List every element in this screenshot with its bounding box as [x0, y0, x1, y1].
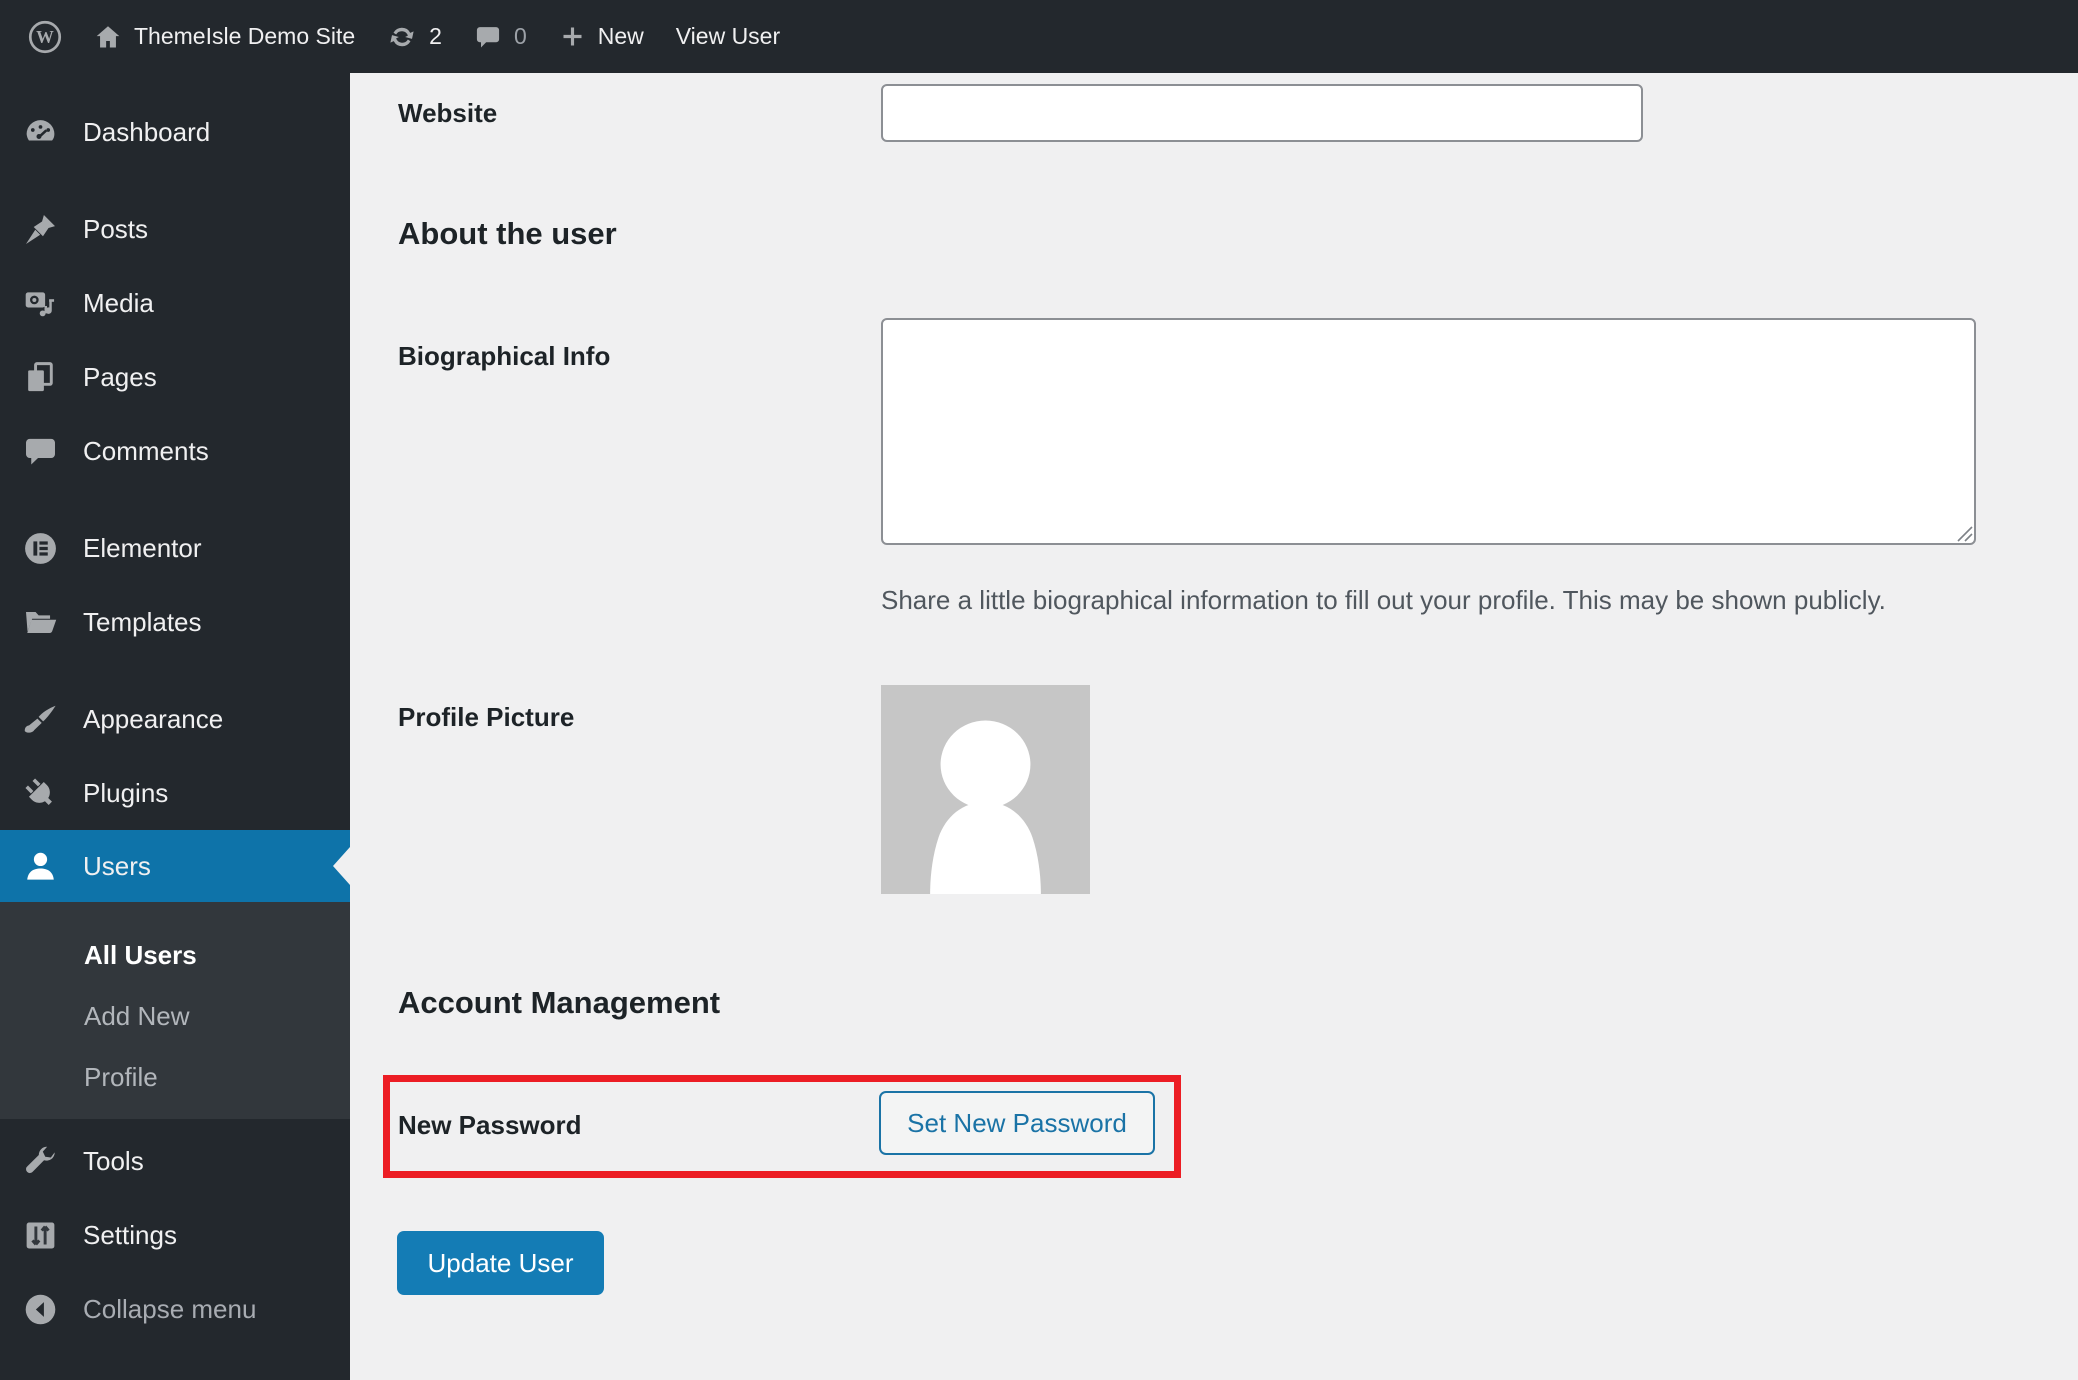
- avatar-placeholder-image: [881, 685, 1090, 894]
- sidebar-item-settings[interactable]: Settings: [0, 1198, 350, 1272]
- sidebar-item-label: Appearance: [83, 703, 224, 734]
- updates-icon: [387, 22, 417, 52]
- elementor-icon: [22, 530, 59, 567]
- sidebar-item-media[interactable]: Media: [0, 266, 350, 340]
- comment-icon: [22, 433, 59, 470]
- sidebar-item-label: Comments: [83, 435, 209, 466]
- sidebar-item-label: Posts: [83, 213, 149, 244]
- folder-icon: [22, 604, 59, 641]
- site-name-label: ThemeIsle Demo Site: [134, 23, 356, 49]
- wordpress-menu-button[interactable]: W: [12, 0, 78, 73]
- new-label: New: [597, 23, 644, 49]
- sidebar-item-label: Pages: [83, 361, 157, 392]
- admin-sidebar-menu: Dashboard Posts Media Pages Comments Ele…: [0, 73, 350, 1380]
- users-submenu: All Users Add New Profile: [0, 902, 350, 1119]
- media-icon: [22, 285, 59, 322]
- sidebar-item-elementor[interactable]: Elementor: [0, 511, 350, 585]
- submenu-label: Profile: [84, 1062, 158, 1092]
- sidebar-item-posts[interactable]: Posts: [0, 192, 350, 266]
- sidebar-item-plugins[interactable]: Plugins: [0, 756, 350, 830]
- sidebar-item-label: Media: [83, 287, 154, 318]
- sidebar-item-label: Tools: [83, 1145, 144, 1176]
- sliders-icon: [22, 1217, 59, 1254]
- new-password-label: New Password: [398, 1110, 582, 1140]
- profile-edit-content: Website About the user Biographical Info…: [350, 73, 2078, 1380]
- view-user-label: View User: [675, 23, 781, 49]
- view-user-link[interactable]: View User: [660, 0, 796, 73]
- sidebar-item-users[interactable]: Users: [0, 830, 350, 902]
- sidebar-item-label: Plugins: [83, 777, 169, 808]
- sidebar-item-templates[interactable]: Templates: [0, 585, 350, 659]
- home-icon: [94, 23, 122, 51]
- pages-icon: [22, 359, 59, 396]
- sidebar-item-comments[interactable]: Comments: [0, 414, 350, 488]
- sidebar-item-label: Elementor: [83, 532, 202, 563]
- update-user-button[interactable]: Update User: [397, 1231, 604, 1295]
- sidebar-item-pages[interactable]: Pages: [0, 340, 350, 414]
- sidebar-item-label: Templates: [83, 606, 202, 637]
- wrench-icon: [22, 1143, 59, 1180]
- pin-icon: [22, 211, 59, 248]
- account-management-heading: Account Management: [398, 985, 721, 1020]
- about-the-user-heading: About the user: [398, 216, 617, 251]
- comment-bubble-icon: [474, 23, 502, 51]
- paintbrush-icon: [22, 701, 59, 738]
- sidebar-item-label: Settings: [83, 1219, 177, 1250]
- website-label: Website: [398, 98, 498, 128]
- svg-text:W: W: [36, 27, 54, 47]
- dashboard-icon: [22, 114, 59, 151]
- admin-bar: W ThemeIsle Demo Site 2 0 New View User: [0, 0, 2078, 73]
- sidebar-item-dashboard[interactable]: Dashboard: [0, 95, 350, 169]
- submenu-item-all-users[interactable]: All Users: [0, 925, 350, 986]
- sidebar-item-label: Users: [83, 850, 151, 881]
- website-input[interactable]: [881, 84, 1643, 142]
- new-content-button[interactable]: New: [543, 0, 660, 73]
- plus-icon: [559, 23, 586, 50]
- submenu-label: All Users: [84, 940, 197, 970]
- submenu-label: Add New: [84, 1001, 190, 1031]
- plug-icon: [22, 775, 59, 812]
- submenu-item-add-new[interactable]: Add New: [0, 986, 350, 1047]
- site-name-link[interactable]: ThemeIsle Demo Site: [78, 0, 371, 73]
- user-icon: [22, 848, 59, 885]
- bio-description-text: Share a little biographical information …: [881, 585, 1886, 615]
- collapse-icon: [22, 1291, 59, 1328]
- sidebar-item-label: Collapse menu: [83, 1293, 257, 1324]
- wordpress-logo-icon: W: [28, 20, 62, 54]
- biographical-info-textarea[interactable]: [881, 318, 1976, 545]
- updates-button[interactable]: 2: [371, 0, 458, 73]
- comments-count: 0: [513, 23, 527, 49]
- sidebar-item-label: Dashboard: [83, 116, 211, 147]
- set-new-password-button[interactable]: Set New Password: [879, 1091, 1155, 1155]
- sidebar-item-collapse-menu[interactable]: Collapse menu: [0, 1272, 350, 1346]
- sidebar-item-tools[interactable]: Tools: [0, 1124, 350, 1198]
- biographical-info-label: Biographical Info: [398, 341, 611, 371]
- submenu-item-profile[interactable]: Profile: [0, 1047, 350, 1108]
- profile-picture-label: Profile Picture: [398, 702, 575, 732]
- comments-button[interactable]: 0: [458, 0, 543, 73]
- sidebar-item-appearance[interactable]: Appearance: [0, 682, 350, 756]
- updates-count: 2: [429, 23, 442, 49]
